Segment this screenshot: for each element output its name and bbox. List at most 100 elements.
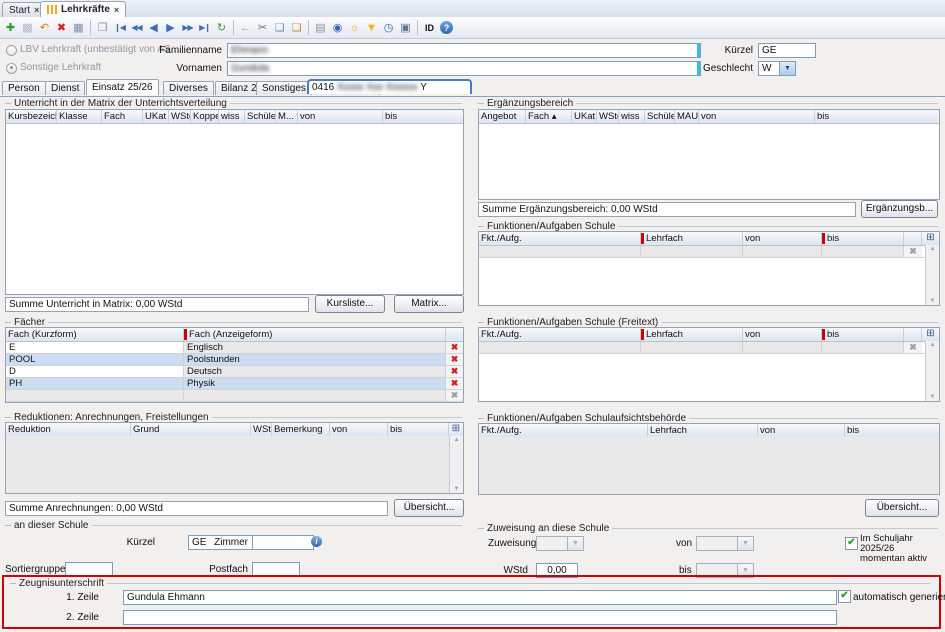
id-icon[interactable]: ID [421,19,438,36]
col-schueler[interactable]: Schüler [645,110,675,123]
add-row-icon[interactable]: ⊞ [922,328,939,341]
col-von[interactable]: von [743,328,822,341]
col-von[interactable]: von [743,232,822,245]
add-row-icon[interactable]: ⊞ [922,232,939,245]
delete-record-icon[interactable]: ✖ [53,19,70,36]
geschlecht-select[interactable]: W ▼ [758,61,796,76]
zuweisung-von-select[interactable]: ▼ [696,536,754,551]
schuljahr-aktiv-checkbox[interactable]: ✔ [845,537,858,550]
col-fach-sorted[interactable]: Fach ▴ [526,110,572,123]
cut-icon[interactable]: ✂ [254,19,271,36]
familienname-input[interactable]: Ehmann [227,43,701,58]
fach-kurz[interactable]: POOL [6,354,184,366]
col-ukat[interactable]: UKat [143,110,169,123]
tip-icon[interactable]: ☼ [346,19,363,36]
vertical-scrollbar[interactable]: ▲ ▼ [449,436,463,493]
col-grund[interactable]: Grund [131,423,251,436]
previous-fast-icon[interactable]: ◀◀ [128,19,145,36]
kursliste-button[interactable]: Kursliste... [315,295,385,313]
radio-lbv-lehrkraft[interactable] [6,45,17,56]
zeile1-input[interactable]: Gundula Ehmann [123,590,837,605]
funktionen-row-empty[interactable]: ✖ [479,246,939,258]
delete-row-icon[interactable]: ✖ [446,366,463,378]
col-bis[interactable]: bis [383,110,463,123]
scroll-down-icon[interactable]: ▼ [454,486,460,492]
col-reduktion[interactable]: Reduktion [6,423,131,436]
back-icon[interactable]: ← [237,19,254,36]
delete-row-icon[interactable]: ✖ [446,342,463,354]
automatisch-generieren-checkbox[interactable]: ✔ [838,590,851,603]
col-lehrfach[interactable]: Lehrfach [641,232,743,245]
next-record-icon[interactable]: ▶ [162,19,179,36]
cell-von[interactable] [743,342,822,354]
paste-icon[interactable]: ❑ [288,19,305,36]
vertical-scrollbar[interactable]: ▲ ▼ [925,341,939,401]
col-fach[interactable]: Fach [102,110,143,123]
col-bis[interactable]: bis [388,423,449,436]
uebersicht-funktionen-button[interactable]: Übersicht... [865,499,939,517]
print-icon[interactable]: ▤ [312,19,329,36]
preview-icon[interactable]: ◉ [329,19,346,36]
scroll-down-icon[interactable]: ▼ [930,298,936,304]
tab-person[interactable]: Person [2,81,46,95]
faecher-row[interactable]: E Englisch ✖ [6,342,463,354]
col-fkt-aufg[interactable]: Fkt./Aufg. [479,328,641,341]
zuweisung-select[interactable]: ▼ [536,536,584,551]
col-bis[interactable]: bis [815,110,939,123]
fach-kurz[interactable]: E [6,342,184,354]
col-wiss[interactable]: wiss [219,110,245,123]
faecher-row-empty[interactable]: ✖ [6,390,463,402]
first-record-icon[interactable]: ❙◀ [111,19,128,36]
col-bemerkung[interactable]: Bemerkung [272,423,330,436]
faecher-row[interactable]: D Deutsch ✖ [6,366,463,378]
vornamen-input[interactable]: Gundula [227,61,701,76]
col-kursbezeichnung[interactable]: Kursbezeichn... [6,110,57,123]
window-tab-lehrkraefte[interactable]: Lehrkräfte × [40,1,126,17]
col-angebot[interactable]: Angebot [479,110,526,123]
personal-data-icon[interactable]: ▣ [397,19,414,36]
delete-row-icon[interactable]: ✖ [446,378,463,390]
chevron-down-icon[interactable]: ▼ [780,61,796,76]
cell-bis[interactable] [822,342,904,354]
col-koppel[interactable]: Koppel [191,110,219,123]
col-wstd[interactable]: WStd [169,110,191,123]
cell-lehrfach[interactable] [641,342,743,354]
col-lehrfach[interactable]: Lehrfach [641,328,743,341]
school-number-box[interactable]: 0416 Xxxxx Xxx Xxxxxx Y [307,79,472,94]
zeile2-input[interactable] [123,610,837,625]
cell-fkt[interactable] [479,342,641,354]
scroll-up-icon[interactable]: ▲ [930,342,936,348]
fach-kurz[interactable]: PH [6,378,184,390]
ergaenzungsbereich-button[interactable]: Ergänzungsb... [861,200,938,218]
help-icon[interactable]: ? [438,19,455,36]
info-icon[interactable]: i [311,536,322,547]
cell-bis[interactable] [822,246,904,258]
tab-einsatz[interactable]: Einsatz 25/26 [86,79,159,95]
new-record-icon[interactable]: ✚ [2,19,19,36]
copy-icon[interactable]: ❏ [271,19,288,36]
col-von[interactable]: von [699,110,815,123]
refresh-icon[interactable]: ↻ [213,19,230,36]
col-wiss[interactable]: wiss [619,110,645,123]
radio-sonstige-lehrkraft[interactable] [6,63,17,74]
col-von[interactable]: von [298,110,383,123]
history-icon[interactable]: ◷ [380,19,397,36]
fach-kurz[interactable]: D [6,366,184,378]
col-fach-anzeigeform[interactable]: Fach (Anzeigeform) [184,328,446,341]
col-von[interactable]: von [758,424,845,437]
previous-record-icon[interactable]: ◀ [145,19,162,36]
col-klasse[interactable]: Klasse [57,110,102,123]
copy-record-icon[interactable]: ❐ [94,19,111,36]
col-wstd[interactable]: WStd [597,110,619,123]
col-bis[interactable]: bis [822,328,904,341]
col-fach-kurzform[interactable]: Fach (Kurzform) [6,328,184,341]
last-record-icon[interactable]: ▶❙ [196,19,213,36]
col-bis[interactable]: bis [822,232,904,245]
kuerzel-input[interactable]: GE [758,43,816,58]
col-fkt-aufg[interactable]: Fkt./Aufg. [479,424,648,437]
cell-lehrfach[interactable] [641,246,743,258]
col-lehrfach[interactable]: Lehrfach [648,424,758,437]
close-icon[interactable]: × [34,5,39,15]
col-m-sort[interactable]: M... ▾ [276,110,298,123]
undo-icon[interactable]: ↶ [36,19,53,36]
